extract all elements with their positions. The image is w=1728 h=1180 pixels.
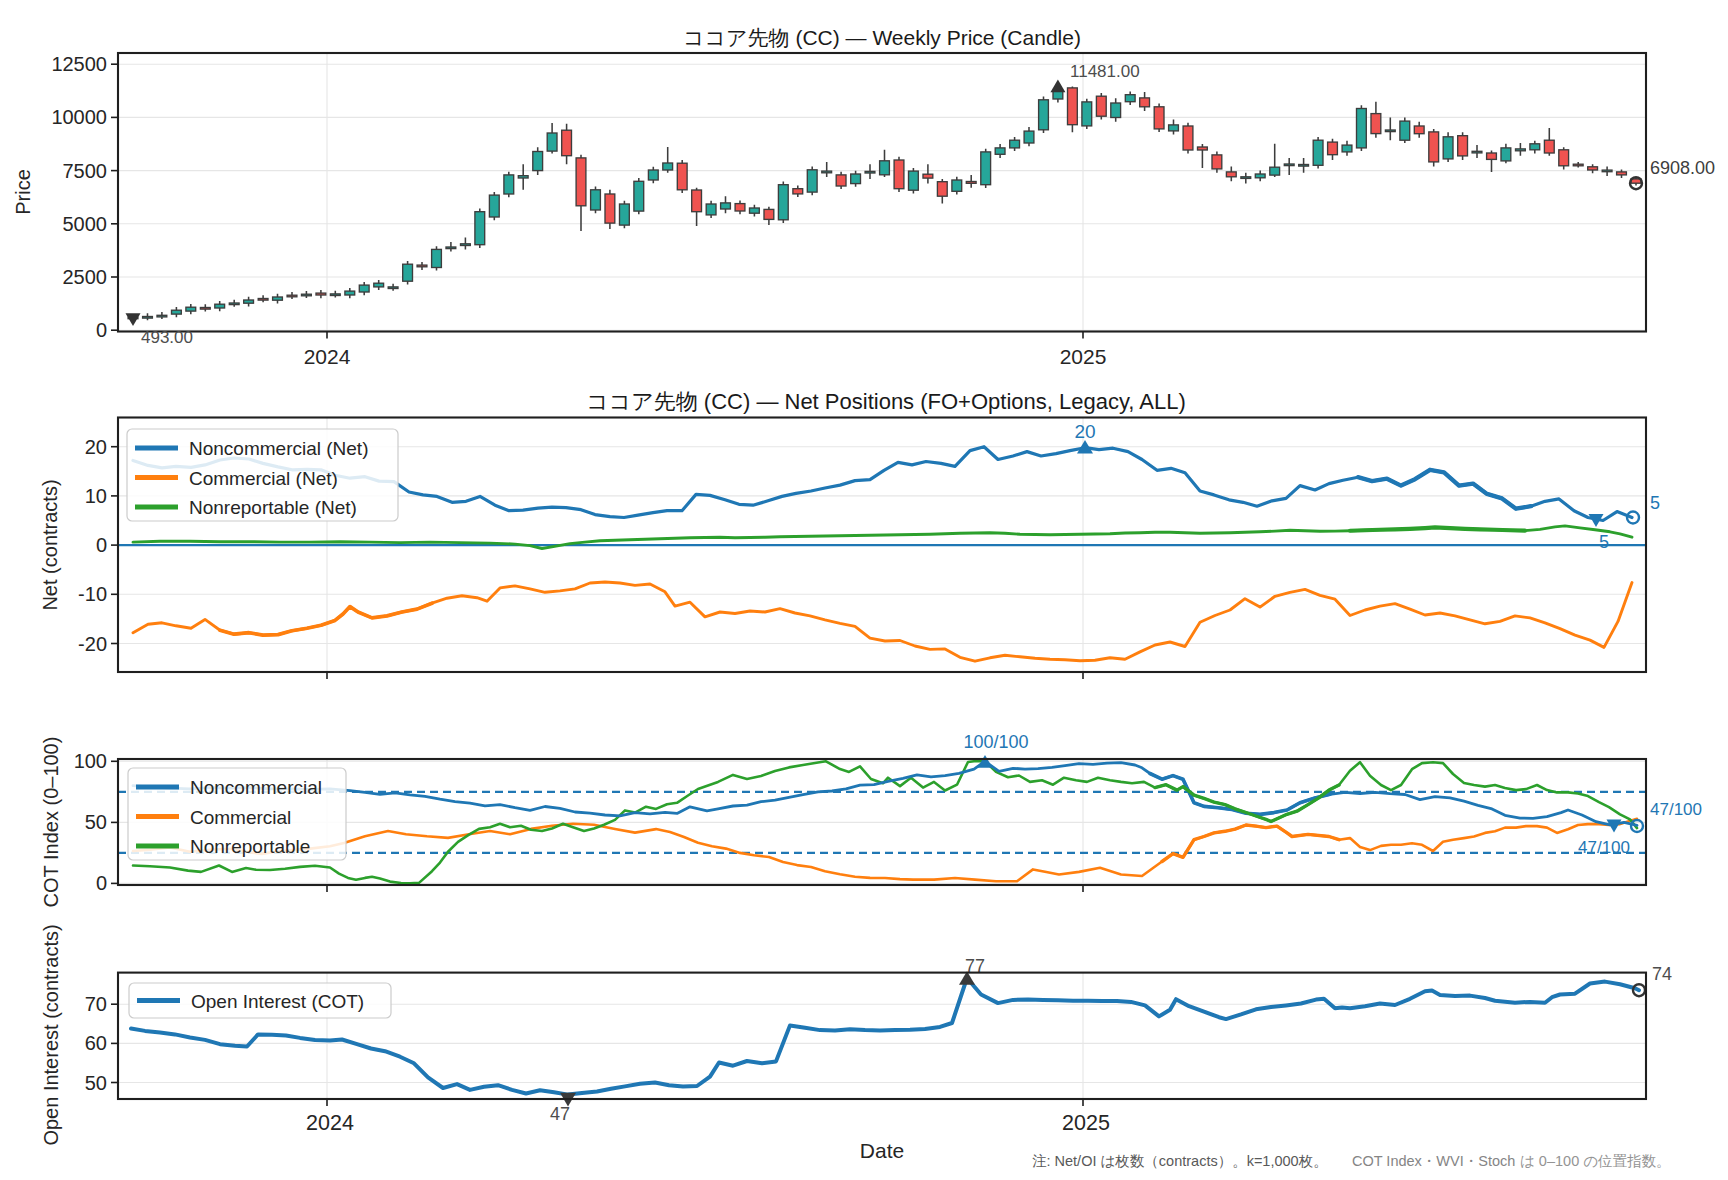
svg-text:COT Index (0–100): COT Index (0–100) bbox=[40, 737, 62, 908]
svg-text:7500: 7500 bbox=[63, 160, 108, 182]
svg-text:6908.00: 6908.00 bbox=[1650, 158, 1715, 178]
svg-text:は 0–100 の位置指数。: は 0–100 の位置指数。 bbox=[1520, 1153, 1671, 1169]
svg-text:493.00: 493.00 bbox=[141, 328, 193, 347]
svg-text:60: 60 bbox=[85, 1032, 107, 1054]
svg-text:Open Interest (COT): Open Interest (COT) bbox=[191, 991, 364, 1012]
svg-text:Noncommercial: Noncommercial bbox=[190, 777, 322, 798]
svg-text:70: 70 bbox=[85, 993, 107, 1015]
svg-text:0: 0 bbox=[96, 872, 107, 894]
svg-text:10: 10 bbox=[85, 485, 107, 507]
svg-text:Nonreportable: Nonreportable bbox=[190, 836, 310, 857]
svg-text:Net (contracts): Net (contracts) bbox=[39, 479, 61, 610]
svg-text:-20: -20 bbox=[78, 633, 107, 655]
svg-text:100: 100 bbox=[74, 750, 107, 772]
svg-text:12500: 12500 bbox=[51, 53, 107, 75]
svg-text:47/100: 47/100 bbox=[1650, 800, 1702, 819]
svg-text:Open Interest (contracts): Open Interest (contracts) bbox=[40, 924, 62, 1145]
svg-text:ココア先物 (CC) — Weekly Price (Can: ココア先物 (CC) — Weekly Price (Candle) bbox=[683, 26, 1081, 49]
svg-text:2500: 2500 bbox=[63, 266, 108, 288]
svg-text:11481.00: 11481.00 bbox=[1070, 62, 1140, 81]
svg-text:注: Net/OI は枚数（contracts）。k=1,0: 注: Net/OI は枚数（contracts）。k=1,000枚。 bbox=[1032, 1153, 1328, 1169]
svg-text:50: 50 bbox=[85, 811, 107, 833]
svg-text:0: 0 bbox=[96, 319, 107, 341]
svg-text:Date: Date bbox=[860, 1139, 904, 1162]
svg-text:Noncommercial (Net): Noncommercial (Net) bbox=[189, 438, 368, 459]
svg-text:47/100: 47/100 bbox=[1578, 838, 1630, 857]
svg-text:Commercial: Commercial bbox=[190, 807, 291, 828]
svg-text:5: 5 bbox=[1599, 532, 1609, 552]
svg-text:Price: Price bbox=[12, 169, 34, 215]
svg-text:COT Index・WVI・Stoch: COT Index・WVI・Stoch bbox=[1352, 1153, 1515, 1169]
svg-text:5: 5 bbox=[1650, 493, 1660, 513]
svg-text:20: 20 bbox=[1074, 421, 1095, 442]
svg-text:100/100: 100/100 bbox=[963, 732, 1028, 752]
svg-text:47: 47 bbox=[550, 1104, 570, 1124]
svg-text:50: 50 bbox=[85, 1072, 107, 1094]
svg-text:0: 0 bbox=[96, 534, 107, 556]
svg-text:-10: -10 bbox=[78, 583, 107, 605]
svg-text:2025: 2025 bbox=[1062, 1111, 1110, 1135]
svg-text:10000: 10000 bbox=[51, 106, 107, 128]
svg-text:ココア先物 (CC) — Net Positions (FO: ココア先物 (CC) — Net Positions (FO+Options, … bbox=[586, 389, 1186, 414]
svg-text:Commercial (Net): Commercial (Net) bbox=[189, 468, 338, 489]
svg-text:2024: 2024 bbox=[306, 1111, 354, 1135]
svg-text:5000: 5000 bbox=[63, 213, 108, 235]
svg-text:2025: 2025 bbox=[1060, 345, 1107, 368]
svg-text:Nonreportable (Net): Nonreportable (Net) bbox=[189, 497, 357, 518]
svg-text:2024: 2024 bbox=[304, 345, 351, 368]
svg-text:20: 20 bbox=[85, 436, 107, 458]
svg-text:74: 74 bbox=[1652, 964, 1672, 984]
